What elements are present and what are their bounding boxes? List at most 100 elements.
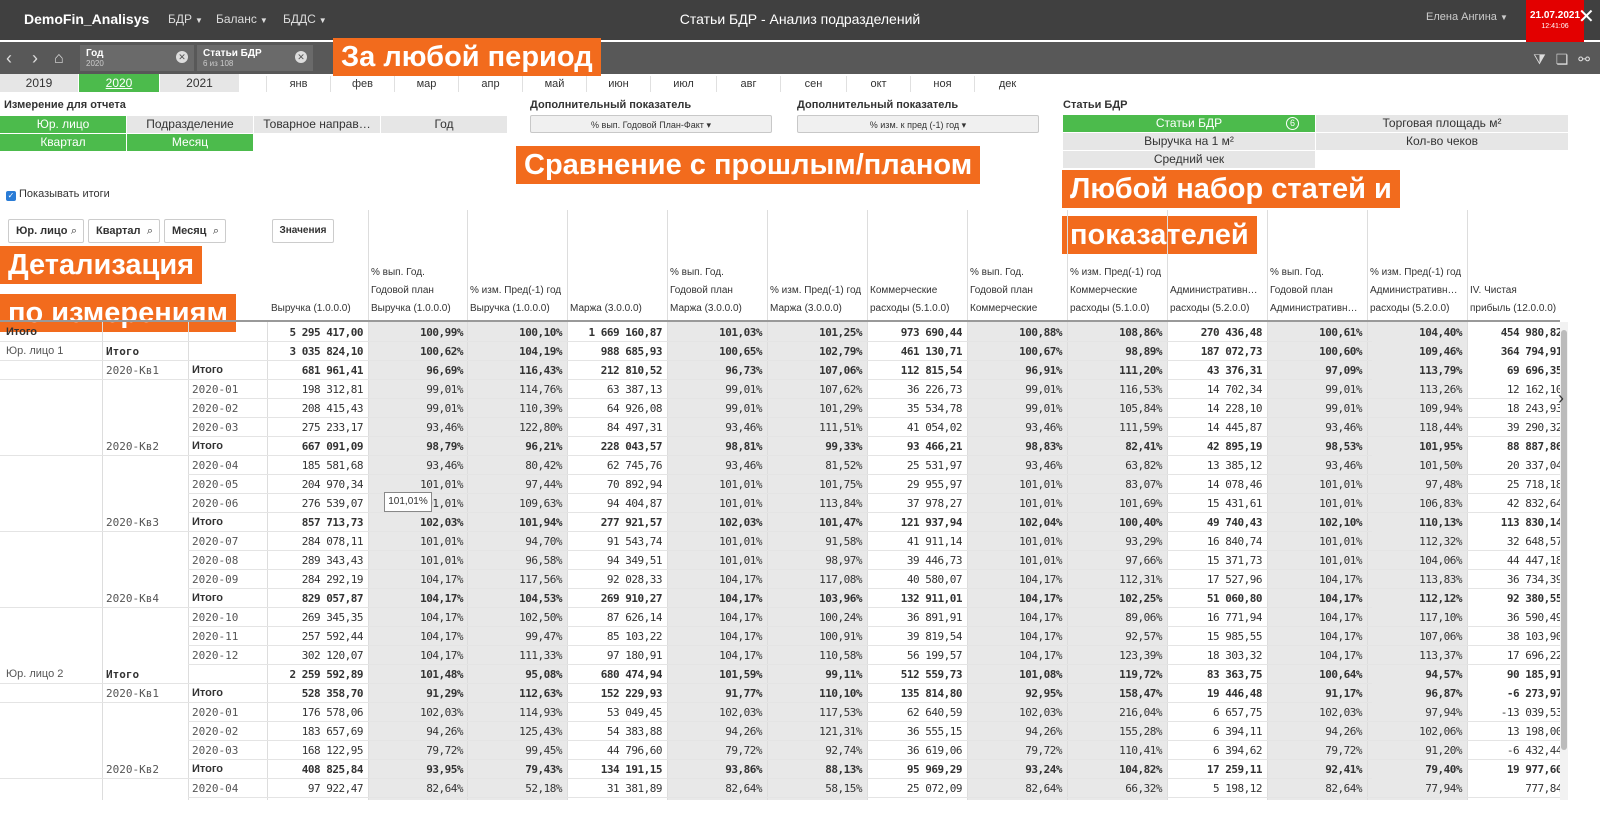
app-name[interactable]: DemoFin_Analisys bbox=[24, 11, 149, 27]
table-cell[interactable]: 36 891,91 bbox=[867, 608, 966, 627]
table-cell[interactable]: 857 713,73 bbox=[268, 513, 367, 532]
table-cell[interactable]: 104,17% bbox=[1267, 570, 1366, 589]
table-cell[interactable]: 91,20% bbox=[1367, 741, 1466, 760]
table-cell[interactable]: 187 072,73 bbox=[1167, 342, 1266, 361]
table-cell[interactable]: 101,25% bbox=[767, 323, 866, 342]
table-cell[interactable]: 102,50% bbox=[467, 608, 566, 627]
user-menu[interactable]: Елена Ангина ▼ bbox=[1426, 11, 1508, 23]
table-cell[interactable]: 97 922,47 bbox=[268, 779, 367, 798]
table-cell[interactable]: 113,79% bbox=[1367, 361, 1466, 380]
table-cell[interactable]: 3 035 824,10 bbox=[268, 342, 367, 361]
table-cell[interactable]: 105,84% bbox=[1067, 399, 1166, 418]
clear-selection-icon[interactable]: ✕ bbox=[295, 51, 307, 63]
table-cell[interactable]: 15 371,73 bbox=[1167, 551, 1266, 570]
table-cell[interactable]: 284 078,11 bbox=[268, 532, 367, 551]
table-cell[interactable]: 104,82% bbox=[1067, 760, 1166, 779]
table-cell[interactable]: 94,57% bbox=[1367, 665, 1466, 684]
table-cell[interactable]: 99,01% bbox=[967, 380, 1066, 399]
table-cell[interactable]: 109,63% bbox=[467, 494, 566, 513]
table-cell[interactable]: 79,72% bbox=[368, 741, 467, 760]
table-row[interactable]: 2020-Кв3 Итого 857 713,73 102,03% 101,94% 277… bbox=[0, 513, 1563, 532]
month-oct[interactable]: окт bbox=[846, 76, 910, 92]
table-row[interactable]: Юр. лицо 1 Итого 3 035 824,10 100,62% 104,19… bbox=[0, 342, 1563, 361]
home-icon[interactable]: ⌂ bbox=[54, 50, 64, 68]
table-row[interactable]: 2020-12 302 120,07 104,17% 111,33% 97 180,91… bbox=[0, 646, 1563, 665]
table-row[interactable]: 2020-07 284 078,11 101,01% 94,70% 91 543,74 1… bbox=[0, 532, 1563, 551]
table-cell[interactable]: 101,47% bbox=[767, 513, 866, 532]
table-cell[interactable]: 104,17% bbox=[1267, 627, 1366, 646]
table-cell[interactable]: 100,64% bbox=[1267, 665, 1366, 684]
table-cell[interactable]: 62 640,59 bbox=[867, 703, 966, 722]
table-cell[interactable]: 100,65% bbox=[667, 342, 766, 361]
menu-bdr[interactable]: БДР ▼ bbox=[168, 12, 203, 26]
table-cell[interactable]: 104,17% bbox=[368, 570, 467, 589]
table-cell[interactable]: 973 690,44 bbox=[867, 323, 966, 342]
table-cell[interactable]: 99,47% bbox=[467, 627, 566, 646]
table-cell[interactable]: 25 718,18 bbox=[1467, 475, 1566, 494]
table-cell[interactable]: 92 380,55 bbox=[1467, 589, 1566, 608]
table-cell[interactable]: 113,83% bbox=[1367, 570, 1466, 589]
table-cell[interactable]: 79,72% bbox=[1267, 741, 1366, 760]
table-cell[interactable]: 92,41% bbox=[1267, 760, 1366, 779]
table-cell[interactable]: 104,17% bbox=[967, 627, 1066, 646]
table-cell[interactable]: 97,09% bbox=[1267, 361, 1366, 380]
table-cell[interactable]: 111,51% bbox=[767, 418, 866, 437]
dim-department[interactable]: Подразделение bbox=[127, 116, 253, 133]
table-cell[interactable]: 104,17% bbox=[967, 646, 1066, 665]
table-cell[interactable]: 204 970,34 bbox=[268, 475, 367, 494]
table-cell[interactable]: 102,03% bbox=[967, 703, 1066, 722]
menu-bdds[interactable]: БДДС ▼ bbox=[283, 12, 327, 26]
table-cell[interactable]: 98,97% bbox=[767, 551, 866, 570]
table-cell[interactable]: 112 815,54 bbox=[867, 361, 966, 380]
table-cell[interactable]: 104,17% bbox=[368, 608, 467, 627]
table-cell[interactable]: 49 740,43 bbox=[1167, 513, 1266, 532]
year-2019[interactable]: 2019 bbox=[0, 74, 78, 92]
table-cell[interactable]: 104,17% bbox=[967, 589, 1066, 608]
table-cell[interactable]: 19 446,48 bbox=[1167, 684, 1266, 703]
table-cell[interactable]: 101,01% bbox=[368, 532, 467, 551]
table-cell[interactable]: 88,13% bbox=[767, 760, 866, 779]
table-cell[interactable]: 100,67% bbox=[967, 342, 1066, 361]
table-cell[interactable]: 14 078,46 bbox=[1167, 475, 1266, 494]
table-cell[interactable]: 99,01% bbox=[667, 399, 766, 418]
table-cell[interactable]: 104,17% bbox=[667, 627, 766, 646]
table-cell[interactable]: 101,01% bbox=[667, 551, 766, 570]
table-cell[interactable]: 99,01% bbox=[1267, 399, 1366, 418]
table-cell[interactable]: 667 091,09 bbox=[268, 437, 367, 456]
table-cell[interactable]: 152 229,93 bbox=[567, 684, 666, 703]
table-cell[interactable]: 82,41% bbox=[1067, 437, 1166, 456]
table-cell[interactable]: 302 120,07 bbox=[268, 646, 367, 665]
table-cell[interactable]: 104,17% bbox=[667, 589, 766, 608]
table-cell[interactable]: 97,94% bbox=[1367, 703, 1466, 722]
table-cell[interactable]: 101,01% bbox=[967, 494, 1066, 513]
table-cell[interactable]: 20 337,04 bbox=[1467, 456, 1566, 475]
table-row[interactable]: 2020-04 97 922,47 82,64% 52,18% 31 381,89 82,… bbox=[0, 779, 1563, 798]
table-cell[interactable]: 93,46% bbox=[667, 456, 766, 475]
table-cell[interactable]: 98,83% bbox=[967, 437, 1066, 456]
table-cell[interactable]: 18 243,93 bbox=[1467, 399, 1566, 418]
table-cell[interactable]: 100,61% bbox=[1267, 323, 1366, 342]
table-cell[interactable]: 113 830,14 bbox=[1467, 513, 1566, 532]
year-2020[interactable]: 2020 bbox=[79, 74, 159, 92]
table-row[interactable]: 2020-Кв1 Итого 528 358,70 91,29% 112,63% 152 … bbox=[0, 684, 1563, 703]
table-cell[interactable]: 98,79% bbox=[368, 437, 467, 456]
table-cell[interactable]: 103,96% bbox=[767, 589, 866, 608]
table-cell[interactable]: 99,01% bbox=[368, 399, 467, 418]
table-cell[interactable]: 257 592,44 bbox=[268, 627, 367, 646]
month-jun[interactable]: июн bbox=[586, 76, 650, 92]
table-cell[interactable]: 79,43% bbox=[467, 760, 566, 779]
table-cell[interactable]: 113,84% bbox=[767, 494, 866, 513]
month-apr[interactable]: апр bbox=[458, 76, 522, 92]
table-cell[interactable]: 116,43% bbox=[467, 361, 566, 380]
filter-quarter[interactable]: Квартал ⌕ bbox=[88, 219, 160, 243]
table-cell[interactable]: 36 555,15 bbox=[867, 722, 966, 741]
table-cell[interactable]: 102,25% bbox=[1067, 589, 1166, 608]
table-cell[interactable]: 97,44% bbox=[467, 475, 566, 494]
table-cell[interactable]: 90 185,91 bbox=[1467, 665, 1566, 684]
table-cell[interactable]: 100,40% bbox=[1067, 513, 1166, 532]
table-cell[interactable]: 104,17% bbox=[1267, 608, 1366, 627]
table-cell[interactable]: 99,01% bbox=[667, 380, 766, 399]
month-nov[interactable]: ноя bbox=[910, 76, 974, 92]
table-cell[interactable]: 98,89% bbox=[1067, 342, 1166, 361]
table-cell[interactable]: 269 910,27 bbox=[567, 589, 666, 608]
